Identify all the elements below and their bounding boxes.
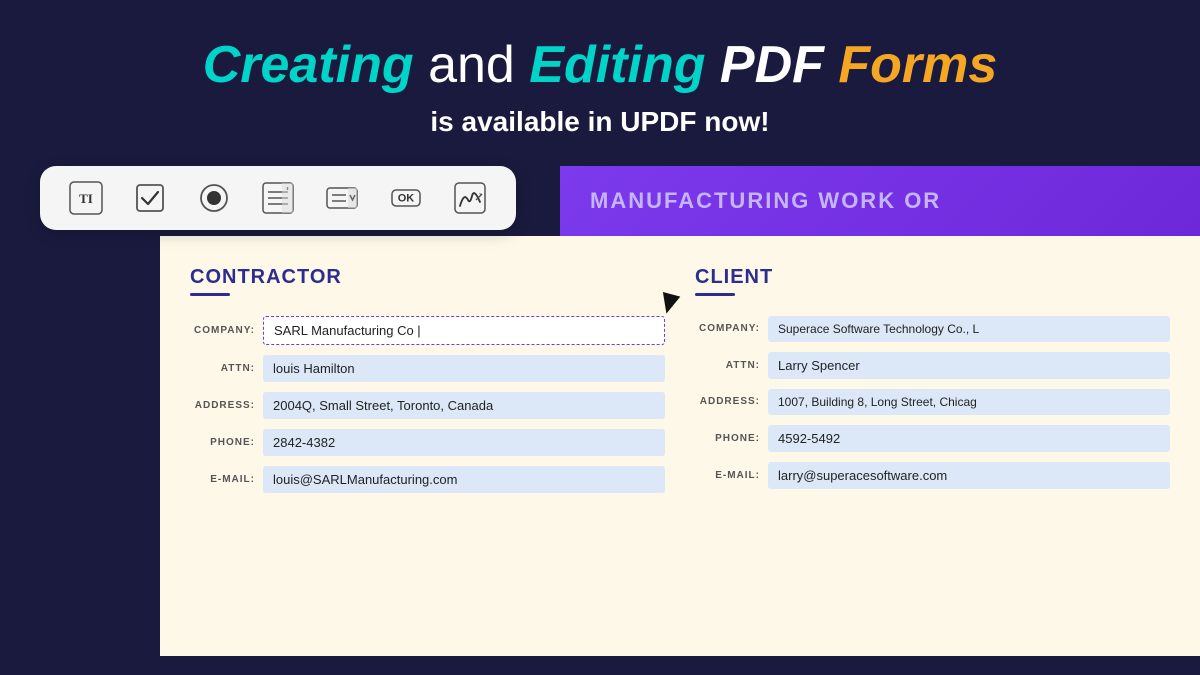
email-label: E-MAIL: [190,474,255,485]
contractor-title: CONTRACTOR [190,266,665,289]
checkbox-tool[interactable] [128,176,172,220]
header-subtitle: is available in UPDF now! [20,106,1180,138]
contractor-email-input[interactable] [263,466,665,493]
word-editing: Editing [529,36,705,94]
combobox-tool[interactable] [320,176,364,220]
client-phone-input[interactable] [768,425,1170,452]
word-creating: Creating [203,36,414,94]
phone-label: PHONE: [190,437,255,448]
text-field-tool[interactable]: TI [64,176,108,220]
content-area: MANUFACTURING WORK OR CONTRACTOR COMPANY… [0,166,1200,656]
client-address-row: ADDRESS: [695,389,1170,415]
client-address-input[interactable] [768,389,1170,415]
client-address-label: ADDRESS: [695,396,760,407]
client-email-label: E-MAIL: [695,470,760,481]
client-attn-input[interactable] [768,352,1170,379]
word-forms: Forms [838,36,997,94]
contractor-address-row: ADDRESS: [190,392,665,419]
client-email-input[interactable] [768,462,1170,489]
word-pdf: PDF [705,36,838,94]
document-wrapper: MANUFACTURING WORK OR CONTRACTOR COMPANY… [0,166,1200,656]
toolbar-container: TI [40,166,516,230]
client-underline [695,293,735,296]
client-attn-row: ATTN: [695,352,1170,379]
contractor-section: CONTRACTOR COMPANY: ATTN: ADDRESS: PHONE… [190,266,685,636]
contractor-underline [190,293,230,296]
client-section: CLIENT COMPANY: ATTN: ADDRESS: PHONE: [685,266,1170,636]
contractor-attn-input[interactable] [263,355,665,382]
contractor-phone-input[interactable] [263,429,665,456]
contractor-attn-row: ATTN: [190,355,665,382]
client-title: CLIENT [695,266,1170,289]
attn-label: ATTN: [190,363,255,374]
contractor-phone-row: PHONE: [190,429,665,456]
doc-header-bar: MANUFACTURING WORK OR [560,166,1200,236]
client-company-label: COMPANY: [695,323,760,334]
contractor-address-input[interactable] [263,392,665,419]
doc-header-title: MANUFACTURING WORK OR [590,188,941,214]
header: Creating and Editing PDF Forms is availa… [0,0,1200,166]
client-company-input[interactable] [768,316,1170,342]
toolbar: TI [40,166,516,230]
radio-tool[interactable] [192,176,236,220]
contractor-email-row: E-MAIL: [190,466,665,493]
client-attn-label: ATTN: [695,360,760,371]
svg-text:TI: TI [79,191,93,206]
push-button-tool[interactable]: OK [384,176,428,220]
signature-tool[interactable] [448,176,492,220]
svg-text:OK: OK [398,192,415,204]
client-phone-label: PHONE: [695,433,760,444]
contractor-company-input[interactable] [263,316,665,345]
word-and: and [414,36,530,94]
client-company-row: COMPANY: [695,316,1170,342]
client-email-row: E-MAIL: [695,462,1170,489]
company-label: COMPANY: [190,325,255,336]
contractor-company-row: COMPANY: [190,316,665,345]
client-phone-row: PHONE: [695,425,1170,452]
header-title: Creating and Editing PDF Forms [20,36,1180,96]
form-document: CONTRACTOR COMPANY: ATTN: ADDRESS: PHONE… [160,236,1200,656]
address-label: ADDRESS: [190,400,255,411]
listbox-tool[interactable] [256,176,300,220]
